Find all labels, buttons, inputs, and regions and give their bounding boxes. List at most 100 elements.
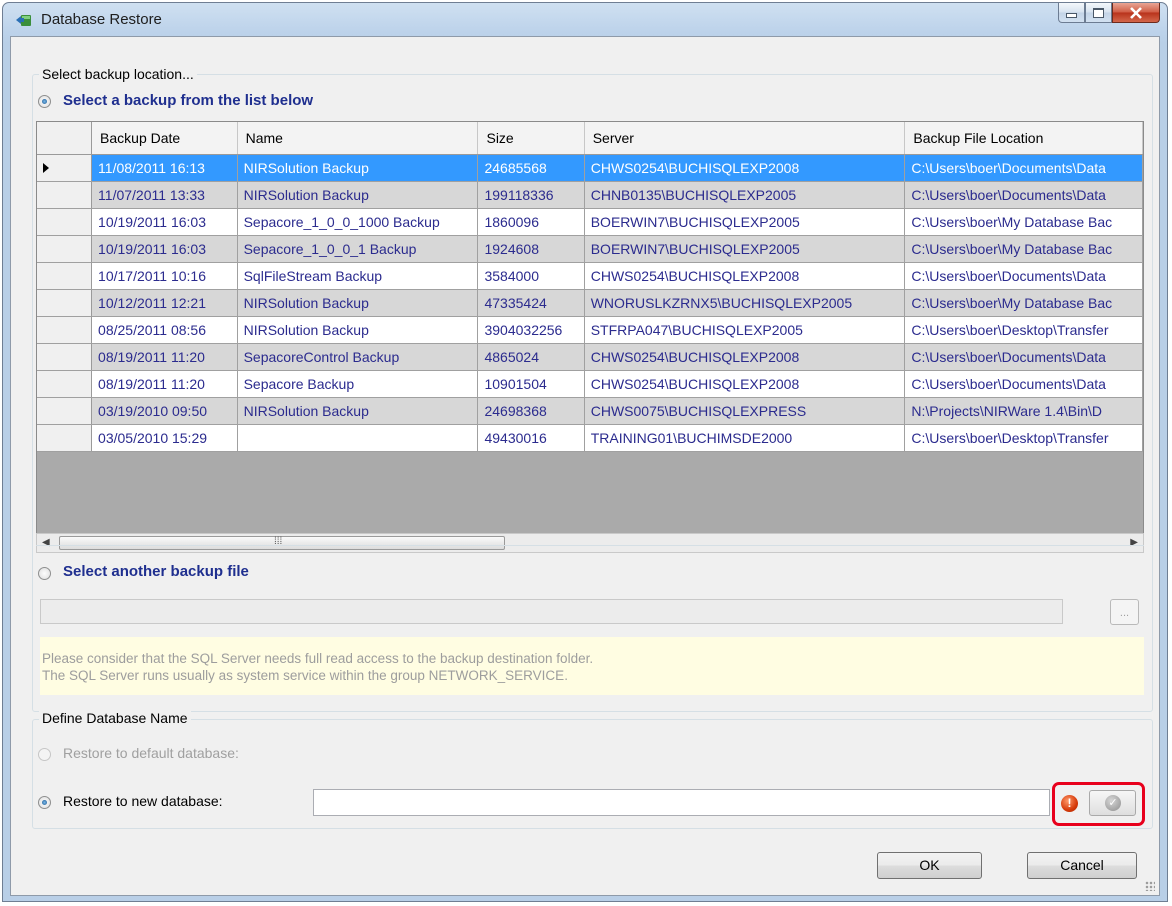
cell-location: C:\Users\boer\My Database Bac bbox=[904, 289, 1143, 317]
cell-server: TRAINING01\BUCHIMSDE2000 bbox=[584, 424, 906, 452]
maximize-icon bbox=[1093, 7, 1104, 18]
cell-location: C:\Users\boer\Documents\Data bbox=[904, 343, 1143, 371]
select-from-list-label[interactable]: Select a backup from the list below bbox=[63, 92, 313, 109]
window-title: Database Restore bbox=[41, 11, 162, 28]
cell-location: C:\Users\boer\Desktop\Transfer bbox=[904, 316, 1143, 344]
column-header-name[interactable]: Name bbox=[237, 122, 479, 155]
new-database-name-input[interactable] bbox=[313, 789, 1050, 816]
row-header[interactable] bbox=[37, 424, 93, 452]
access-notice: Please consider that the SQL Server need… bbox=[40, 637, 1144, 695]
cell-server: CHWS0254\BUCHISQLEXP2008 bbox=[584, 370, 906, 398]
cell-location: C:\Users\boer\Documents\Data bbox=[904, 154, 1143, 182]
row-header-corner bbox=[37, 122, 93, 155]
table-row[interactable]: 10/19/2011 16:03 Sepacore_1_0_0_1000 Back… bbox=[37, 208, 1143, 236]
cell-backup-date: 08/19/2011 11:20 bbox=[91, 370, 238, 398]
backup-table-grid: Backup Date Name Size Server Backup File… bbox=[37, 122, 1143, 452]
row-header[interactable] bbox=[37, 397, 93, 425]
row-header[interactable] bbox=[37, 154, 93, 182]
cell-size: 3584000 bbox=[477, 262, 585, 290]
restore-new-label[interactable]: Restore to new database: bbox=[63, 793, 223, 809]
horizontal-scrollbar[interactable]: ◀ ⁞⁞⁞ ▶ bbox=[36, 533, 1144, 553]
restore-default-label[interactable]: Restore to default database: bbox=[63, 745, 239, 761]
row-header[interactable] bbox=[37, 289, 93, 317]
select-file-label[interactable]: Select another backup file bbox=[63, 563, 249, 580]
cell-name: Sepacore Backup bbox=[237, 370, 479, 398]
restore-new-radio[interactable] bbox=[38, 796, 51, 809]
cell-backup-date: 10/19/2011 16:03 bbox=[91, 235, 238, 263]
cell-name: NIRSolution Backup bbox=[237, 289, 479, 317]
table-row[interactable]: 10/12/2011 12:21 NIRSolution Backup 473354… bbox=[37, 289, 1143, 317]
cell-size: 49430016 bbox=[477, 424, 585, 452]
cell-name: Sepacore_1_0_0_1000 Backup bbox=[237, 208, 479, 236]
cancel-button[interactable]: Cancel bbox=[1027, 852, 1137, 879]
cell-size: 1924608 bbox=[477, 235, 585, 263]
cell-name: SepacoreControl Backup bbox=[237, 343, 479, 371]
row-header[interactable] bbox=[37, 370, 93, 398]
browse-button[interactable]: ... bbox=[1110, 599, 1139, 625]
scroll-right-icon[interactable]: ▶ bbox=[1130, 537, 1138, 548]
scrollbar-thumb[interactable]: ⁞⁞⁞ bbox=[59, 536, 505, 550]
table-row[interactable]: 10/17/2011 10:16 SqlFileStream Backup 3584… bbox=[37, 262, 1143, 290]
table-row[interactable]: 10/19/2011 16:03 Sepacore_1_0_0_1 Backup 1… bbox=[37, 235, 1143, 263]
close-button[interactable] bbox=[1112, 3, 1160, 23]
select-from-list-radio[interactable] bbox=[38, 95, 51, 108]
cell-name: NIRSolution Backup bbox=[237, 154, 479, 182]
row-header[interactable] bbox=[37, 208, 93, 236]
cell-server: WNORUSLKZRNX5\BUCHISQLEXP2005 bbox=[584, 289, 906, 317]
ok-button[interactable]: OK bbox=[877, 852, 982, 879]
table-row[interactable]: 03/19/2010 09:50 NIRSolution Backup 246983… bbox=[37, 397, 1143, 425]
cell-size: 47335424 bbox=[477, 289, 585, 317]
row-header[interactable] bbox=[37, 316, 93, 344]
table-row[interactable]: 08/19/2011 11:20 Sepacore Backup 10901504 C… bbox=[37, 370, 1143, 398]
cell-backup-date: 08/25/2011 08:56 bbox=[91, 316, 238, 344]
cell-server: CHNB0135\BUCHISQLEXP2005 bbox=[584, 181, 906, 209]
cell-backup-date: 10/19/2011 16:03 bbox=[91, 208, 238, 236]
cell-location: C:\Users\boer\Desktop\Transfer bbox=[904, 424, 1143, 452]
row-header[interactable] bbox=[37, 262, 93, 290]
row-header[interactable] bbox=[37, 235, 93, 263]
column-header-location[interactable]: Backup File Location bbox=[904, 122, 1143, 155]
table-row[interactable]: 08/19/2011 11:20 SepacoreControl Backup 48… bbox=[37, 343, 1143, 371]
resize-grip-icon[interactable] bbox=[1145, 881, 1155, 891]
minimize-button[interactable] bbox=[1058, 3, 1085, 23]
validate-button[interactable]: ✓ bbox=[1089, 790, 1136, 816]
cell-backup-date: 10/12/2011 12:21 bbox=[91, 289, 238, 317]
cell-backup-date: 08/19/2011 11:20 bbox=[91, 343, 238, 371]
database-name-label: Define Database Name bbox=[39, 710, 191, 726]
table-row[interactable]: 08/25/2011 08:56 NIRSolution Backup 390403… bbox=[37, 316, 1143, 344]
close-icon bbox=[1130, 6, 1142, 19]
cell-size: 4865024 bbox=[477, 343, 585, 371]
cell-server: BOERWIN7\BUCHISQLEXP2005 bbox=[584, 208, 906, 236]
cell-backup-date: 03/19/2010 09:50 bbox=[91, 397, 238, 425]
database-restore-window: Database Restore Select backup location.… bbox=[2, 2, 1168, 902]
window-controls bbox=[1058, 3, 1160, 25]
notice-line-1: Please consider that the SQL Server need… bbox=[42, 651, 594, 666]
cell-server: CHWS0254\BUCHISQLEXP2008 bbox=[584, 154, 906, 182]
cell-location: N:\Projects\NIRWare 1.4\Bin\D bbox=[904, 397, 1143, 425]
table-row[interactable]: 11/08/2011 16:13 NIRSolution Backup 246855… bbox=[37, 154, 1143, 182]
cell-name: SqlFileStream Backup bbox=[237, 262, 479, 290]
check-icon: ✓ bbox=[1105, 795, 1121, 811]
cell-size: 24685568 bbox=[477, 154, 585, 182]
select-file-radio[interactable] bbox=[38, 567, 51, 580]
cell-backup-date: 11/08/2011 16:13 bbox=[91, 154, 238, 182]
row-header[interactable] bbox=[37, 181, 93, 209]
backup-file-path-field[interactable] bbox=[40, 599, 1063, 624]
cell-location: C:\Users\boer\Documents\Data bbox=[904, 181, 1143, 209]
title-bar[interactable]: Database Restore bbox=[3, 3, 1167, 37]
table-row[interactable]: 11/07/2011 13:33 NIRSolution Backup 199118… bbox=[37, 181, 1143, 209]
scroll-left-icon[interactable]: ◀ bbox=[42, 537, 50, 548]
row-header[interactable] bbox=[37, 343, 93, 371]
column-header-server[interactable]: Server bbox=[584, 122, 906, 155]
table-header-row: Backup Date Name Size Server Backup File… bbox=[37, 122, 1143, 155]
backup-table[interactable]: Backup Date Name Size Server Backup File… bbox=[36, 121, 1144, 543]
column-header-size[interactable]: Size bbox=[477, 122, 585, 155]
restore-default-radio[interactable] bbox=[38, 748, 51, 761]
cell-size: 199118336 bbox=[477, 181, 585, 209]
cell-name: NIRSolution Backup bbox=[237, 397, 479, 425]
maximize-button[interactable] bbox=[1085, 3, 1112, 23]
table-row[interactable]: 03/05/2010 15:29 49430016 TRAINING01\BUCHI… bbox=[37, 424, 1143, 452]
cell-server: CHWS0254\BUCHISQLEXP2008 bbox=[584, 262, 906, 290]
cell-server: BOERWIN7\BUCHISQLEXP2005 bbox=[584, 235, 906, 263]
column-header-backup-date[interactable]: Backup Date bbox=[91, 122, 238, 155]
